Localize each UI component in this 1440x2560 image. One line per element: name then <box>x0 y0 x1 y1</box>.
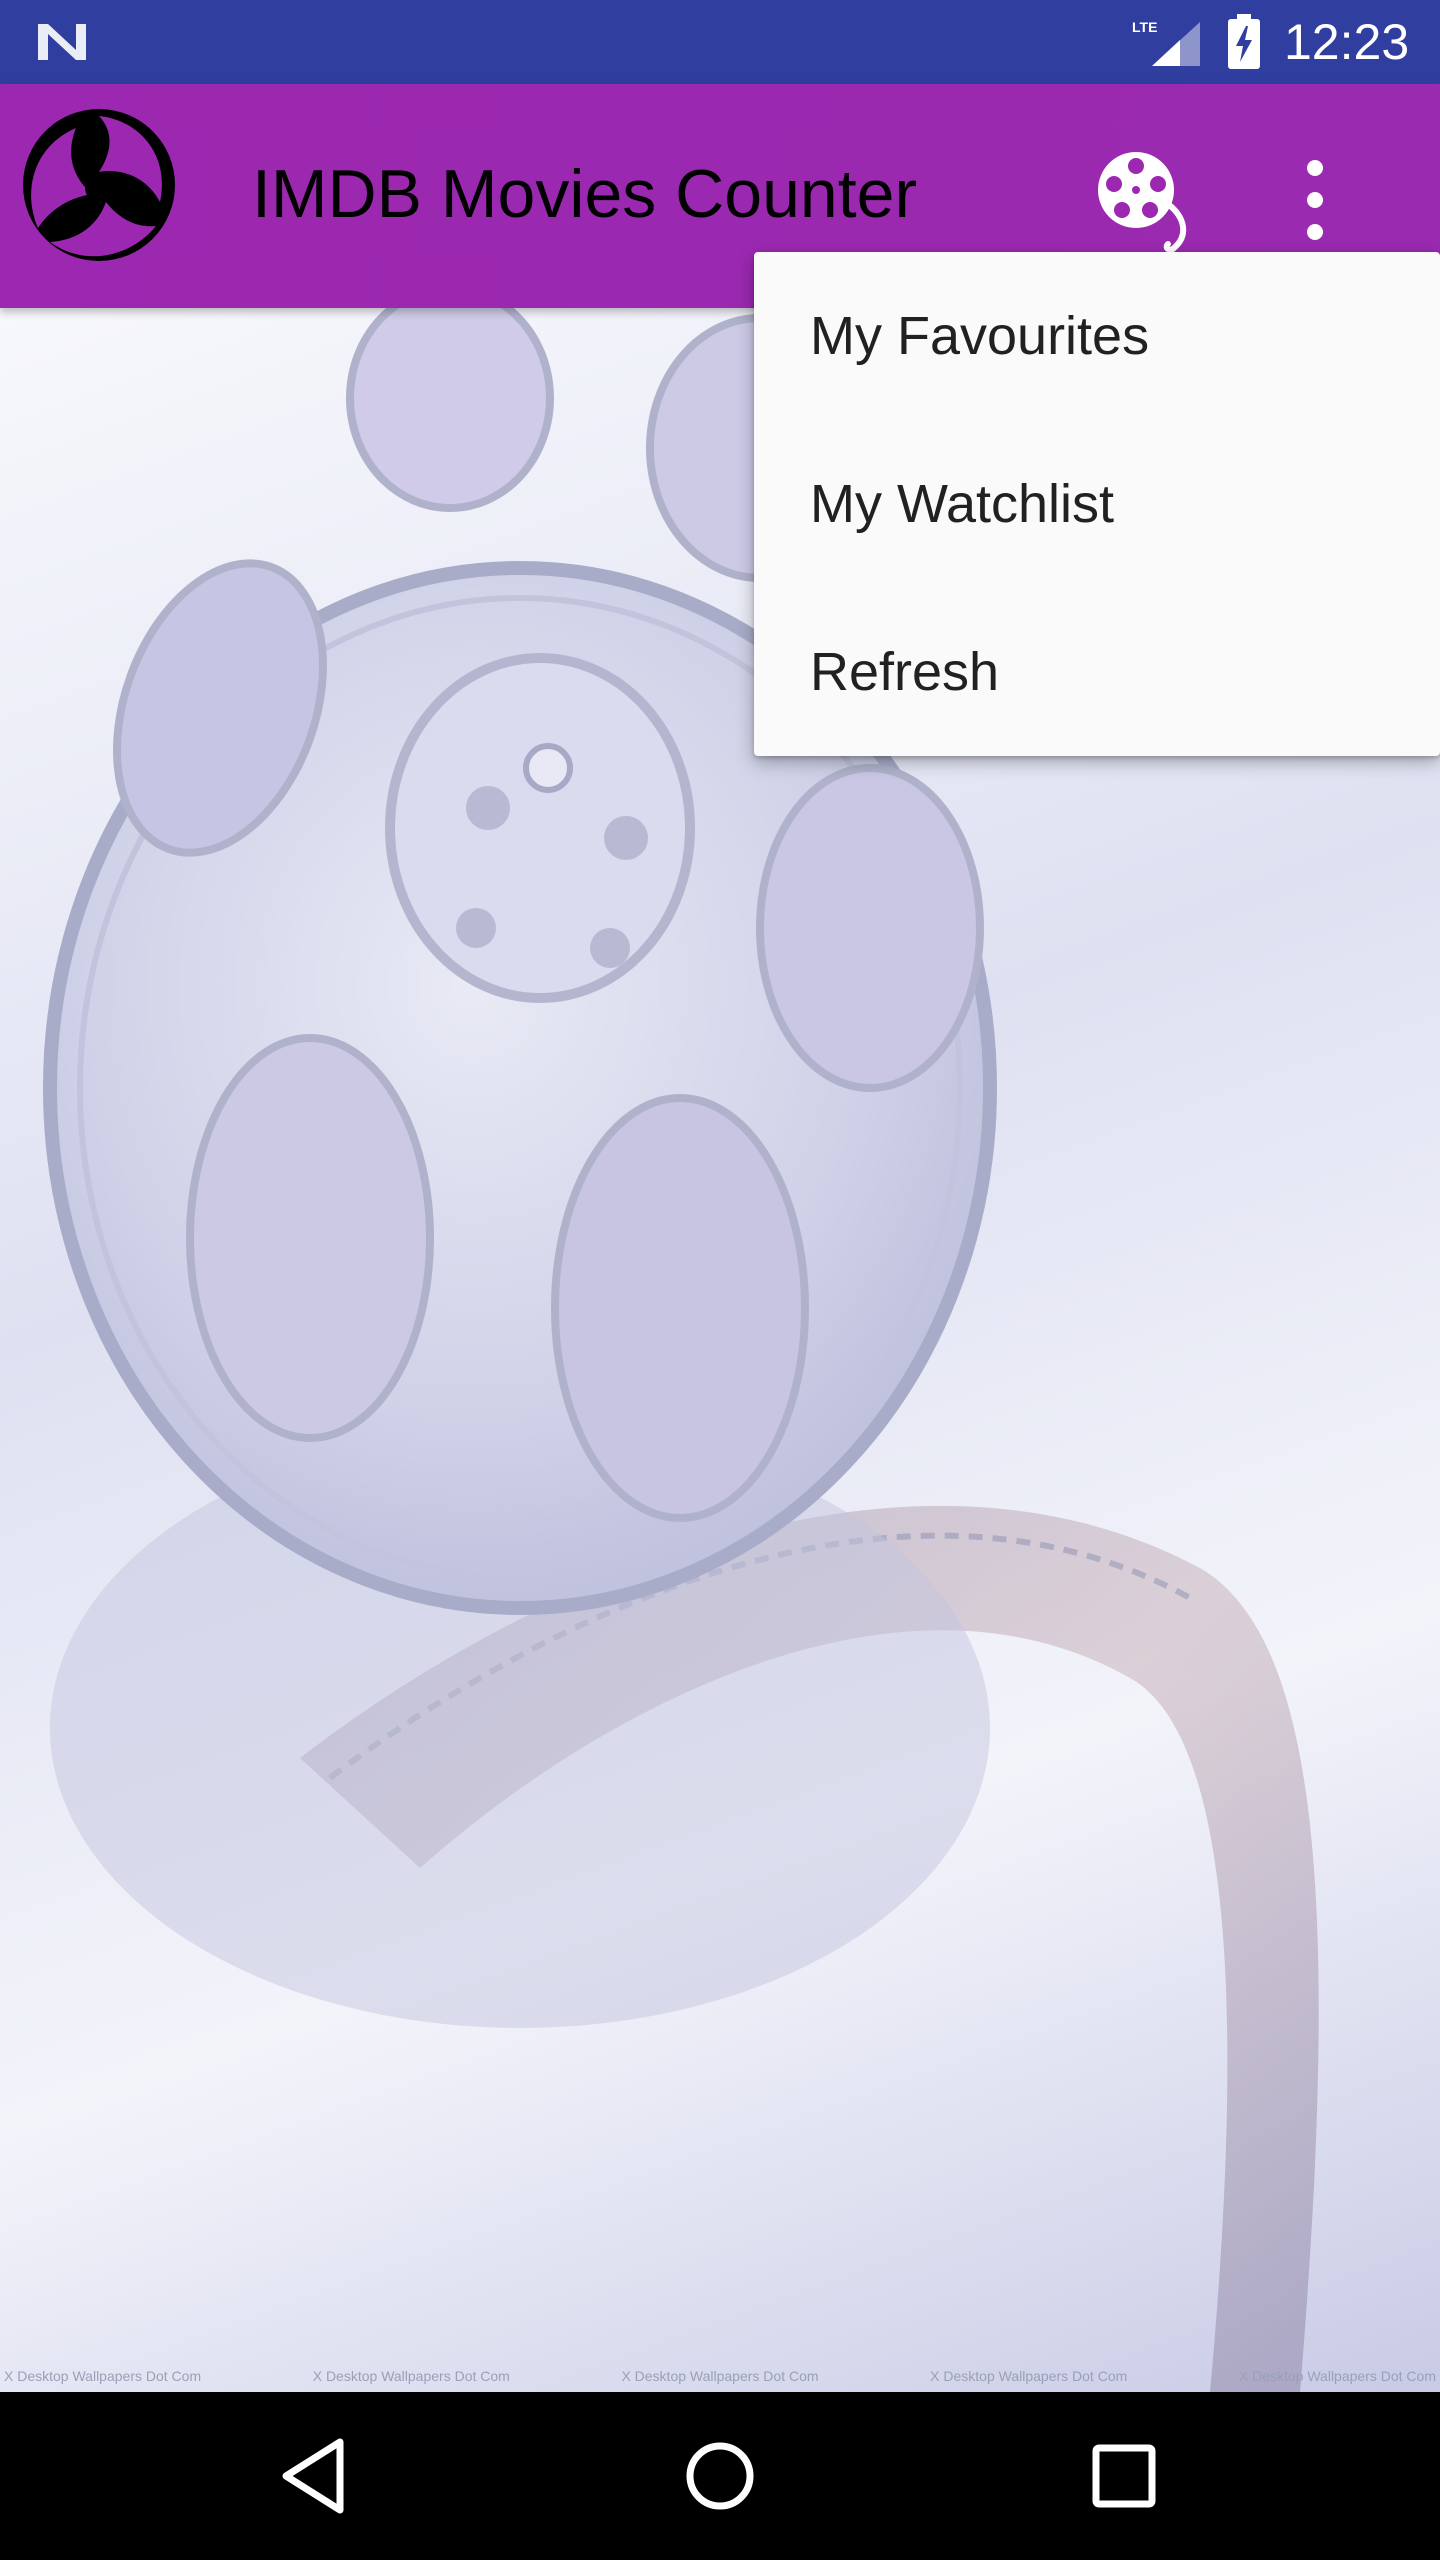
app-title: IMDB Movies Counter <box>252 156 918 232</box>
overflow-menu: My Favourites My Watchlist Refresh <box>754 252 1440 756</box>
home-icon[interactable] <box>670 2426 770 2526</box>
film-reel-icon[interactable] <box>1090 144 1200 254</box>
status-clock: 12:23 <box>1284 14 1410 70</box>
lte-signal-icon: LTE <box>1132 19 1200 66</box>
more-vert-icon[interactable] <box>1270 150 1360 250</box>
recents-icon[interactable] <box>1074 2426 1174 2526</box>
screen: LTE 12:23 IMDB Movies Counter X Desktop … <box>0 0 1440 2560</box>
app-logo-icon <box>23 109 175 261</box>
menu-item-refresh[interactable]: Refresh <box>754 588 1440 756</box>
battery-charging-icon <box>1228 14 1260 69</box>
watermark-row: X Desktop Wallpapers Dot Com X Desktop W… <box>0 2368 1440 2392</box>
back-icon[interactable] <box>266 2426 366 2526</box>
watermark-text: X Desktop Wallpapers Dot Com <box>4 2368 202 2384</box>
watermark-text: X Desktop Wallpapers Dot Com <box>621 2368 819 2384</box>
navigation-bar <box>0 2392 1440 2560</box>
watermark-text: X Desktop Wallpapers Dot Com <box>312 2368 510 2384</box>
menu-item-my-watchlist[interactable]: My Watchlist <box>754 420 1440 588</box>
n-logo-icon <box>38 24 86 60</box>
status-bar: LTE 12:23 <box>0 0 1440 84</box>
menu-item-my-favourites[interactable]: My Favourites <box>754 252 1440 420</box>
watermark-text: X Desktop Wallpapers Dot Com <box>1238 2368 1436 2384</box>
watermark-text: X Desktop Wallpapers Dot Com <box>930 2368 1128 2384</box>
network-label: LTE <box>1132 19 1157 35</box>
